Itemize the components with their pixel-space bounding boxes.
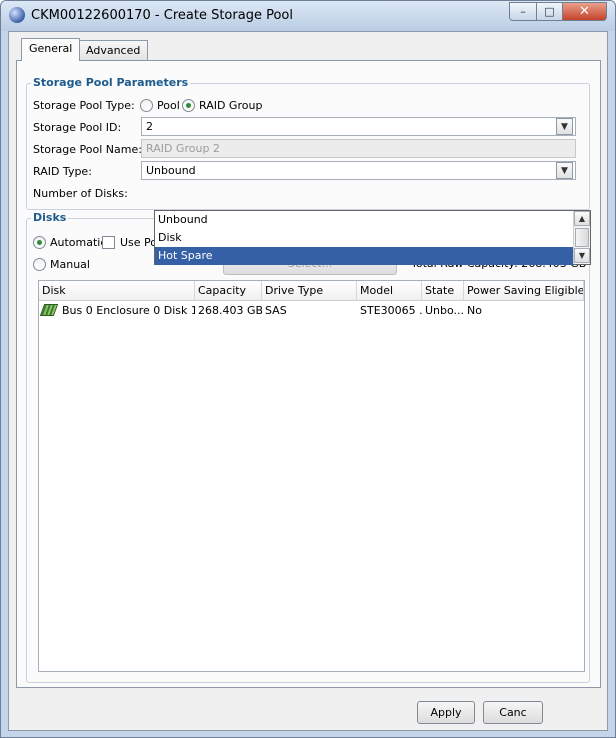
column-header-capacity[interactable]: Capacity xyxy=(195,281,262,301)
table-cell-state[interactable]: Unbo... xyxy=(422,301,464,320)
raid-type-option-disk[interactable]: Disk xyxy=(155,229,574,247)
tab-general[interactable]: General xyxy=(21,38,81,61)
general-tab-panel: Storage Pool Parameters Storage Pool Typ… xyxy=(16,60,601,688)
manual-radio[interactable] xyxy=(33,258,46,271)
storage-pool-name-label: Storage Pool Name: xyxy=(33,143,142,156)
disk-drive-icon xyxy=(39,304,59,316)
raid-type-dropdown-list[interactable]: Unbound Disk Hot Spare ▲ ▼ xyxy=(154,210,591,265)
close-button[interactable]: ✕ xyxy=(562,2,607,21)
tab-advanced[interactable]: Advanced xyxy=(78,40,149,61)
minimize-button[interactable]: – xyxy=(509,2,537,21)
raid-type-option-hot-spare[interactable]: Hot Spare xyxy=(155,247,574,265)
column-header-disk[interactable]: Disk xyxy=(39,281,195,301)
pool-radio[interactable] xyxy=(140,99,153,112)
storage-pool-parameters-legend: Storage Pool Parameters xyxy=(31,76,191,89)
power-saving-checkbox[interactable] xyxy=(102,236,115,249)
chevron-down-icon[interactable]: ▼ xyxy=(556,162,573,179)
table-cell-model[interactable]: STE30065 ... xyxy=(357,301,422,320)
manual-radio-label[interactable]: Manual xyxy=(50,258,90,271)
title-bar[interactable]: CKM00122600170 - Create Storage Pool – □… xyxy=(1,1,615,31)
apply-button[interactable]: Apply xyxy=(417,701,475,724)
table-cell-disk[interactable]: Bus 0 Enclosure 0 Disk 12 xyxy=(59,301,195,320)
cancel-button[interactable]: Canc xyxy=(483,701,543,724)
maximize-button[interactable]: □ xyxy=(536,2,563,21)
scroll-thumb[interactable] xyxy=(575,228,589,247)
automatic-radio-label[interactable]: Automatic xyxy=(50,236,106,249)
create-storage-pool-window: CKM00122600170 - Create Storage Pool – □… xyxy=(0,0,616,738)
dialog-client-area: Advanced General Storage Pool Parameters… xyxy=(8,31,608,731)
number-of-disks-label: Number of Disks: xyxy=(33,187,128,200)
raid-type-option-unbound[interactable]: Unbound xyxy=(155,211,574,229)
raid-group-radio-label[interactable]: RAID Group xyxy=(199,99,262,112)
column-header-model[interactable]: Model xyxy=(357,281,422,301)
column-header-power-saving[interactable]: Power Saving Eligible xyxy=(464,281,584,301)
storage-pool-id-field[interactable]: 2 xyxy=(141,117,576,136)
storage-pool-id-label: Storage Pool ID: xyxy=(33,121,122,134)
pool-radio-label[interactable]: Pool xyxy=(157,99,180,112)
window-title: CKM00122600170 - Create Storage Pool xyxy=(31,8,293,23)
disks-table: Disk Capacity Drive Type Model State Pow… xyxy=(38,280,585,672)
chevron-down-icon[interactable]: ▼ xyxy=(556,118,573,135)
storage-pool-name-field[interactable]: RAID Group 2 xyxy=(141,139,576,158)
scroll-down-icon[interactable]: ▼ xyxy=(574,248,590,263)
disks-legend: Disks xyxy=(31,211,69,224)
raid-type-label: RAID Type: xyxy=(33,165,92,178)
storage-app-icon xyxy=(9,7,25,23)
dropdown-scrollbar[interactable]: ▲ ▼ xyxy=(573,211,590,264)
automatic-radio[interactable] xyxy=(33,236,46,249)
column-header-state[interactable]: State xyxy=(422,281,464,301)
raid-group-radio[interactable] xyxy=(182,99,195,112)
column-header-drive-type[interactable]: Drive Type xyxy=(262,281,357,301)
storage-pool-type-label: Storage Pool Type: xyxy=(33,99,135,112)
raid-type-select[interactable]: Unbound xyxy=(141,161,576,180)
table-cell-capacity[interactable]: 268.403 GB xyxy=(195,301,262,320)
table-cell-drive-type[interactable]: SAS xyxy=(262,301,357,320)
table-cell-power-saving[interactable]: No xyxy=(464,301,584,320)
scroll-up-icon[interactable]: ▲ xyxy=(574,211,590,226)
